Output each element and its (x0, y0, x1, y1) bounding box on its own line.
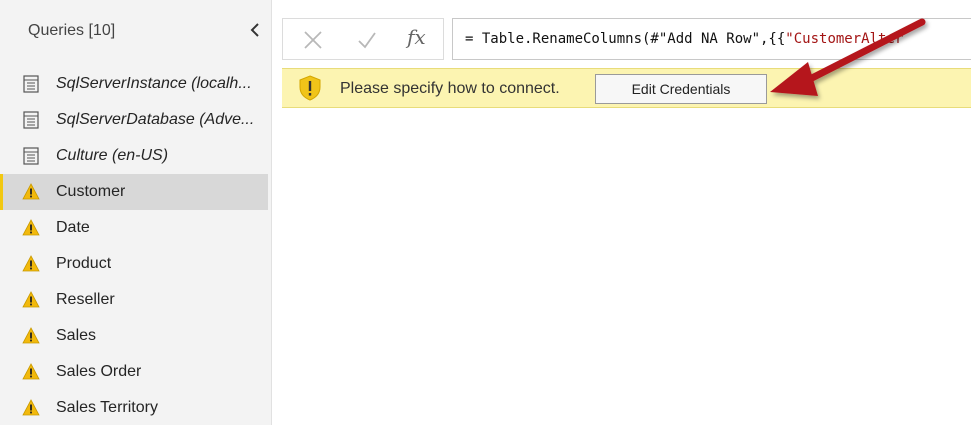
warning-message: Please specify how to connect. (340, 80, 560, 97)
query-label: Date (56, 219, 90, 236)
formula-text: = Table.RenameColumns(#"Add NA Row",{{ (465, 31, 786, 47)
query-item-date[interactable]: Date (0, 210, 268, 246)
query-label: Sales (56, 327, 97, 344)
warning-icon (22, 183, 40, 200)
warning-icon (22, 399, 40, 416)
query-item-customer[interactable]: Customer (0, 174, 268, 210)
query-item-sales[interactable]: Sales (0, 318, 268, 354)
formula-bar-buttons: fx (282, 18, 444, 60)
query-item-culture[interactable]: Culture (en-US) (0, 138, 268, 174)
warning-icon (22, 291, 40, 308)
query-label: Sales Territory (56, 399, 158, 416)
chevron-left-icon (250, 23, 259, 37)
warning-icon (22, 327, 40, 344)
formula-string-literal: "CustomerAlter (785, 31, 904, 47)
queries-title: Queries [10] (28, 22, 116, 39)
query-label: Sales Order (56, 363, 142, 380)
confirm-formula-button[interactable] (355, 28, 379, 52)
collapse-pane-button[interactable] (245, 18, 265, 42)
query-label: SqlServerInstance (localh... (56, 75, 252, 92)
query-item-reseller[interactable]: Reseller (0, 282, 268, 318)
fx-button[interactable]: fx (407, 25, 426, 49)
formula-bar: fx = Table.RenameColumns(#"Add NA Row",{… (282, 18, 971, 60)
query-label: Reseller (56, 291, 115, 308)
query-label: Culture (en-US) (56, 147, 169, 164)
warning-icon (22, 363, 40, 380)
query-item-sales-territory[interactable]: Sales Territory (0, 390, 268, 426)
warning-icon (22, 255, 40, 272)
shield-warning-icon (299, 75, 321, 101)
table-icon (23, 147, 39, 165)
query-item-sqlserverdatabase[interactable]: SqlServerDatabase (Adve... (0, 102, 268, 138)
queries-pane: Queries [10] SqlServerInstance (localh..… (0, 0, 272, 425)
warning-icon (22, 219, 40, 236)
query-label: SqlServerDatabase (Adve... (56, 111, 255, 128)
credentials-warning-bar: Please specify how to connect. Edit Cred… (282, 68, 971, 108)
queries-pane-header: Queries [10] (0, 0, 272, 58)
close-icon (304, 31, 322, 49)
query-item-sqlserverinstance[interactable]: SqlServerInstance (localh... (0, 66, 268, 102)
cancel-formula-button[interactable] (301, 28, 325, 52)
query-item-sales-order[interactable]: Sales Order (0, 354, 268, 390)
edit-credentials-button[interactable]: Edit Credentials (595, 74, 767, 104)
table-icon (23, 111, 39, 129)
table-icon (23, 75, 39, 93)
query-item-product[interactable]: Product (0, 246, 268, 282)
query-label: Product (56, 255, 112, 272)
query-label: Customer (56, 183, 126, 200)
query-list: SqlServerInstance (localh... SqlServerDa… (0, 66, 272, 426)
checkmark-icon (358, 32, 376, 49)
formula-input[interactable]: = Table.RenameColumns(#"Add NA Row",{{"C… (452, 18, 971, 60)
